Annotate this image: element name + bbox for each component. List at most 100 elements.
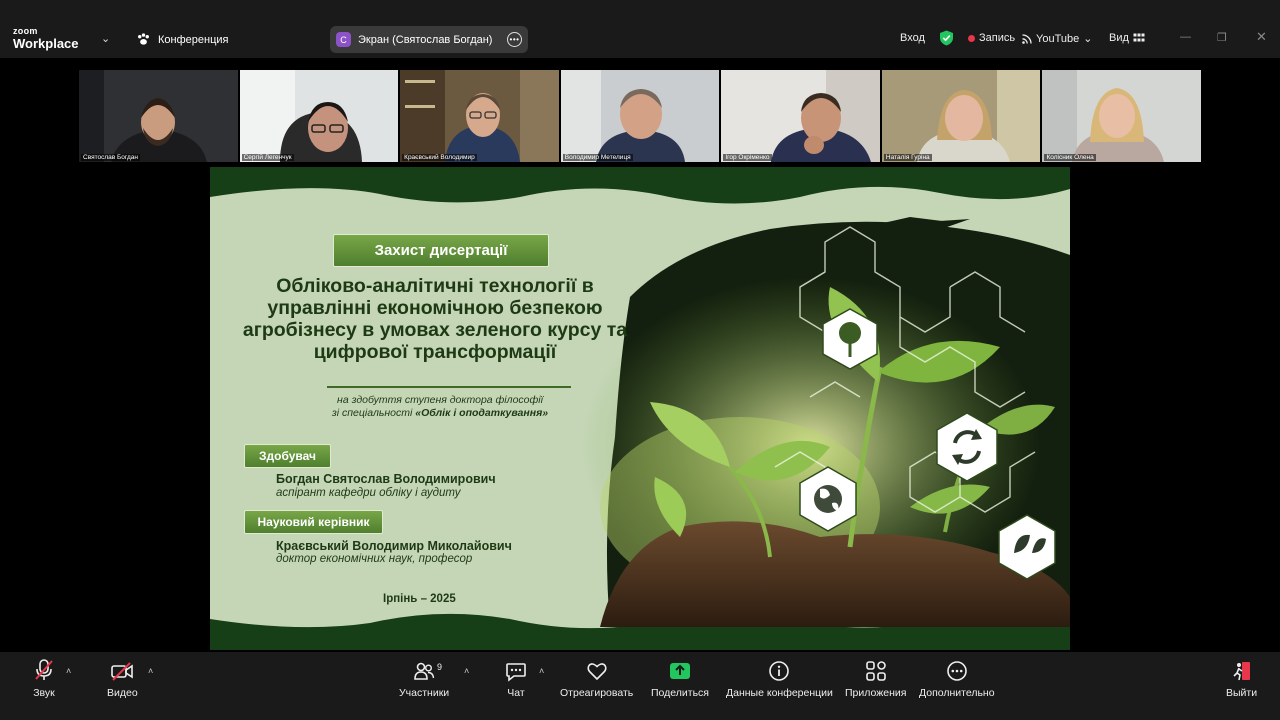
youtube-stream[interactable]: YouTube ⌄	[1022, 32, 1092, 45]
audio-button[interactable]: Звук	[33, 658, 55, 699]
participant-name: Святослав Богдан	[81, 154, 140, 161]
degree-subtitle: на здобуття ступеня доктора філософії зі…	[280, 394, 600, 420]
chat-icon	[506, 663, 526, 682]
video-tile[interactable]: Святослав Богдан	[79, 70, 238, 162]
more-button[interactable]: Дополнительно	[919, 658, 995, 699]
presenter-avatar: С	[336, 32, 351, 47]
chat-label: Чат	[507, 687, 525, 699]
participant-gallery: Святослав Богдан Сергій Легенчук Краєвсь…	[79, 70, 1202, 162]
more-options-icon[interactable]: •••	[507, 32, 522, 47]
participant-video	[881, 70, 1041, 162]
video-tile[interactable]: Краєвський Володимир	[400, 70, 559, 162]
maximize-icon[interactable]: ❐	[1217, 31, 1227, 44]
logo-top: zoom	[13, 26, 38, 36]
video-tile[interactable]: Ігор Окріменко	[721, 70, 880, 162]
title-bar: zoom Workplace ⌄ Конференция С Экран (Св…	[0, 0, 1280, 58]
conference-label: Конференция	[158, 33, 229, 46]
react-label: Отреагировать	[560, 687, 634, 699]
applicant-role: аспірант кафедри обліку і аудиту	[276, 487, 461, 499]
youtube-label: YouTube	[1036, 32, 1080, 45]
chevron-down-icon[interactable]: ⌄	[101, 32, 110, 45]
share-label: Поделиться	[651, 687, 709, 699]
chevron-down-icon: ⌄	[1083, 33, 1093, 45]
more-icon	[946, 661, 967, 681]
applicant-badge-label: Здобувач	[259, 449, 316, 463]
signin-label: Вход	[900, 32, 925, 44]
applicant-name: Богдан Святослав Володимирович	[276, 472, 496, 486]
chevron-up-icon[interactable]: ˄	[148, 666, 153, 676]
apps-label: Приложения	[845, 687, 907, 699]
apps-button[interactable]: Приложения	[845, 658, 906, 699]
meeting-info-button[interactable]: Данные конференции	[726, 658, 833, 699]
view-label: Вид	[1109, 32, 1129, 44]
screen-share-indicator[interactable]: С Экран (Святослав Богдан) •••	[330, 26, 528, 53]
heart-icon	[587, 663, 607, 681]
grid-view-icon	[1133, 33, 1145, 42]
chevron-up-icon[interactable]: ˄	[66, 666, 71, 676]
video-tile[interactable]: Сергій Легенчук	[239, 70, 399, 162]
place-year: Ірпінь – 2025	[383, 593, 456, 605]
degree-line-1: на здобуття ступеня доктора філософії	[337, 394, 543, 406]
video-button[interactable]: Видео	[107, 658, 138, 699]
conference-menu[interactable]: Конференция	[136, 32, 228, 47]
dissertation-title: Обліково-аналітичні технології в управлі…	[242, 275, 628, 363]
leave-door-icon	[1232, 662, 1250, 681]
screen-share-label: Экран (Святослав Богдан)	[358, 33, 493, 46]
leave-button[interactable]: Выйти	[1226, 658, 1257, 699]
defense-badge-label: Захист дисертації	[374, 242, 508, 259]
shield-check-icon[interactable]	[939, 30, 954, 46]
apps-icon	[865, 661, 886, 681]
zoom-logo: zoom Workplace	[13, 26, 79, 51]
logo-bottom: Workplace	[13, 36, 79, 51]
react-button[interactable]: Отреагировать	[560, 658, 633, 699]
participant-video	[560, 70, 720, 162]
share-screen-button[interactable]: Поделиться	[651, 658, 709, 699]
participant-name: Ігор Окріменко	[723, 154, 772, 161]
record-dot-icon	[968, 34, 975, 42]
view-menu[interactable]: Вид	[1109, 32, 1145, 44]
shared-screen-slide: Захист дисертації Обліково-аналітичні те…	[210, 167, 1070, 650]
participants-icon	[414, 662, 435, 680]
participant-name: Сергій Легенчук	[241, 154, 294, 161]
video-tile-active-speaker[interactable]: Володимир Метелиця	[560, 70, 720, 162]
specialty: «Облік і оподаткування»	[415, 407, 549, 419]
participant-name: Колісник Олена	[1044, 154, 1096, 161]
participant-name: Наталія Гуріна	[883, 154, 932, 161]
participants-label: Участники	[399, 687, 450, 699]
degree-line-2-prefix: зі спеціальності	[331, 407, 413, 419]
close-icon[interactable]: ✕	[1256, 29, 1267, 45]
title-divider	[327, 386, 571, 388]
video-label: Видео	[107, 687, 138, 699]
audio-label: Звук	[33, 687, 55, 699]
info-icon	[769, 661, 790, 681]
supervisor-name: Краєвський Володимир Миколайович	[276, 539, 512, 553]
broadcast-icon	[1022, 33, 1032, 44]
video-tile[interactable]: Наталія Гуріна	[881, 70, 1041, 162]
leave-label: Выйти	[1226, 687, 1258, 699]
participants-count: 9	[437, 662, 443, 672]
participant-video	[239, 70, 399, 162]
video-tile[interactable]: Колісник Олена	[1042, 70, 1202, 162]
participant-video	[1042, 70, 1202, 162]
participant-video	[400, 70, 559, 162]
defense-badge: Захист дисертації	[333, 234, 549, 267]
supervisor-badge: Науковий керівник	[244, 510, 383, 534]
participant-name: Краєвський Володимир	[402, 154, 477, 161]
microphone-muted-icon	[35, 659, 53, 680]
more-label: Дополнительно	[919, 687, 995, 699]
chevron-up-icon[interactable]: ˄	[539, 666, 544, 676]
chat-button[interactable]: Чат	[505, 658, 527, 699]
participant-video	[721, 70, 880, 162]
participant-video	[79, 70, 238, 162]
participant-name: Володимир Метелиця	[562, 154, 633, 161]
chevron-up-icon[interactable]: ˄	[464, 666, 469, 676]
minimize-icon[interactable]: —	[1180, 31, 1191, 43]
meeting-toolbar: Звук ˄ Видео ˄ Участники 9 ˄ Чат ˄ Отреа…	[0, 652, 1280, 720]
signin-button[interactable]: Вход	[900, 32, 925, 44]
supervisor-role: доктор економічних наук, професор	[276, 553, 473, 565]
supervisor-badge-label: Науковий керівник	[257, 515, 370, 529]
share-screen-icon	[669, 663, 690, 679]
record-status[interactable]: Запись	[968, 32, 1015, 44]
applicant-badge: Здобувач	[244, 444, 331, 468]
paw-icon	[138, 33, 149, 45]
